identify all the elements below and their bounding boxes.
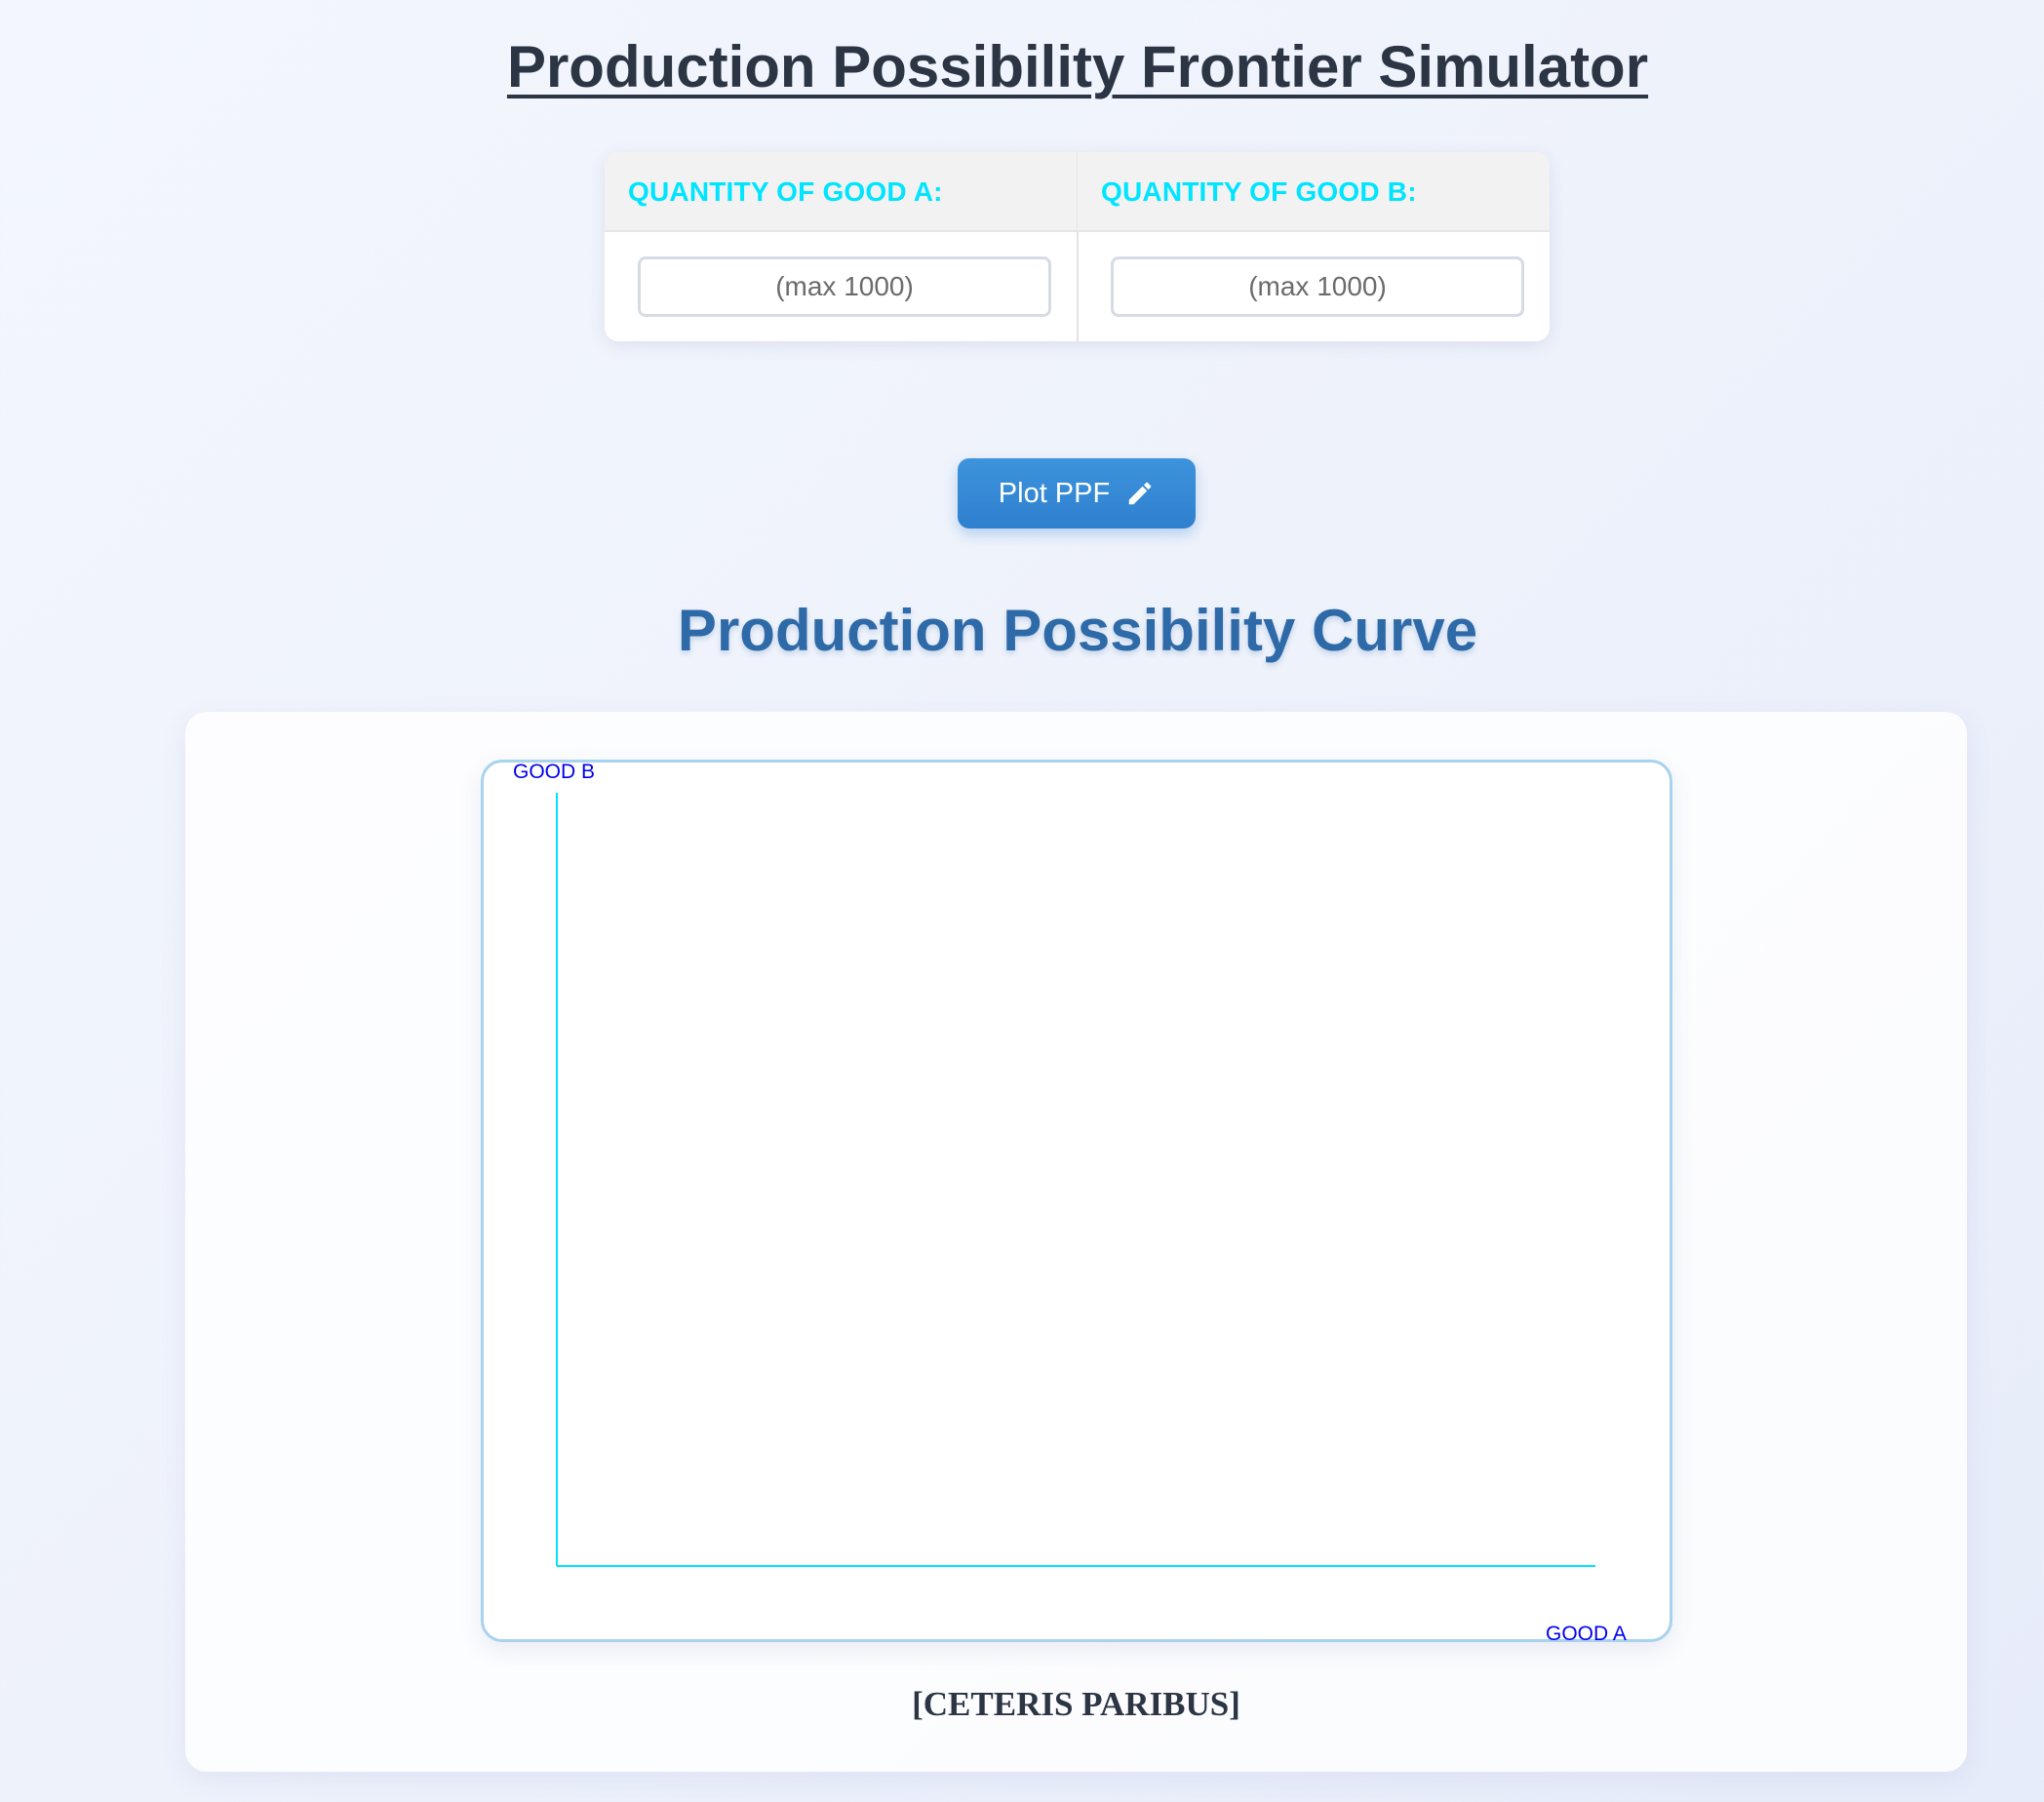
pencil-icon [1128,482,1152,505]
chart-card: GOOD B GOOD A [CETERIS PARIBUS] [185,712,1967,1772]
good-a-input[interactable] [638,256,1051,317]
plot-ppf-label: Plot PPF [998,477,1111,509]
quantity-input-table: QUANTITY OF GOOD A: QUANTITY OF GOOD B: [605,152,1550,341]
good-b-column: QUANTITY OF GOOD B: [1078,152,1550,341]
good-a-label: QUANTITY OF GOOD A: [605,152,1077,232]
good-b-label: QUANTITY OF GOOD B: [1078,152,1550,232]
good-a-column: QUANTITY OF GOOD A: [605,152,1079,341]
y-axis-label: GOOD B [513,761,595,783]
ppf-chart: GOOD B GOOD A [481,760,1672,1645]
page-title: Production Possibility Frontier Simulato… [506,34,1649,99]
ceteris-paribus-note: [CETERIS PARIBUS] [912,1685,1240,1723]
plot-ppf-button[interactable]: Plot PPF [958,458,1196,529]
x-axis-label: GOOD A [1546,1623,1627,1645]
chart-section-title: Production Possibility Curve [677,598,1478,663]
good-b-input[interactable] [1111,256,1524,317]
ppf-chart-svg: GOOD B GOOD A [513,761,1627,1645]
